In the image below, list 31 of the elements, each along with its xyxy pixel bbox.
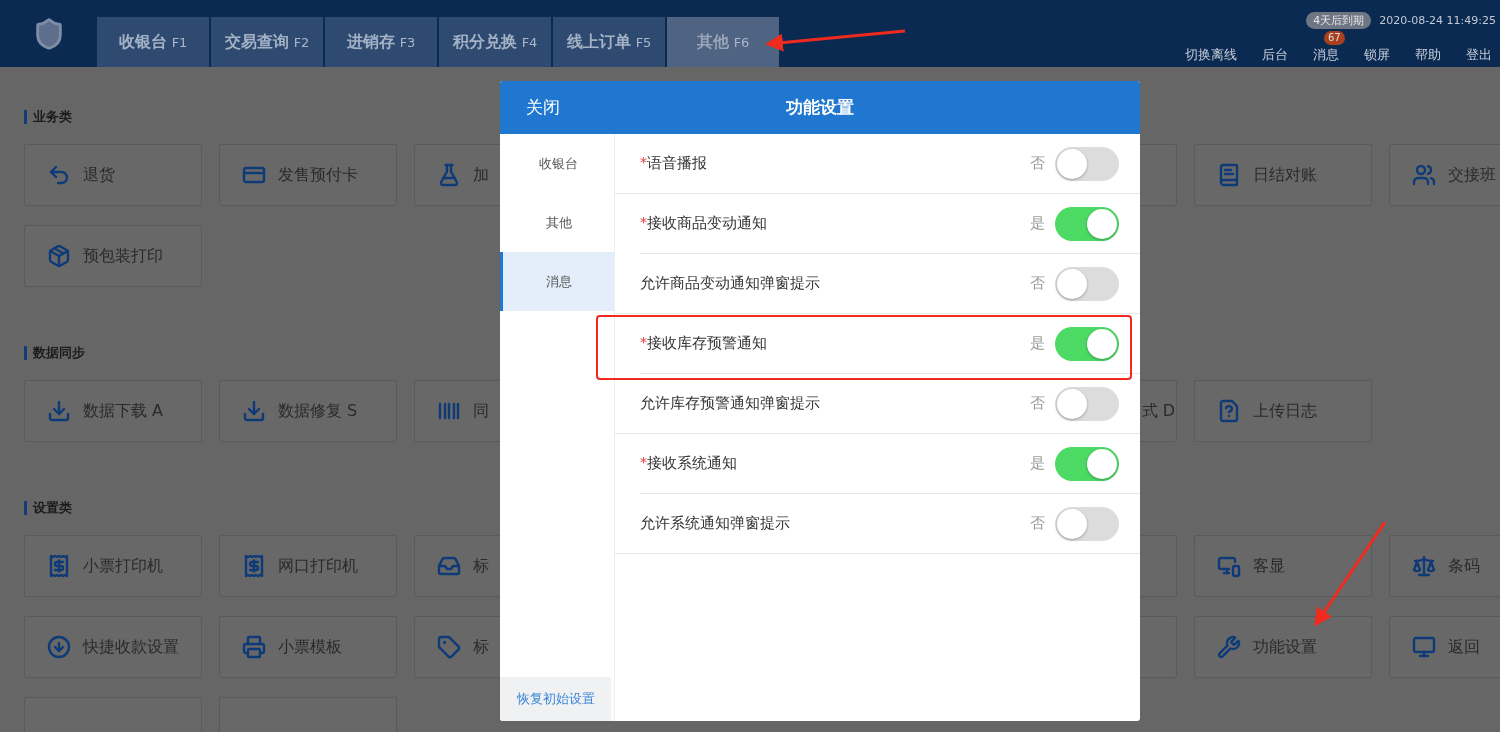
setting-value: 否 xyxy=(1030,154,1045,173)
section-title: 设置类 xyxy=(24,501,72,515)
count-badge: 67 xyxy=(1324,31,1345,45)
setting-value: 是 xyxy=(1030,334,1045,353)
setting-label: 接收商品变动通知 xyxy=(647,214,767,233)
setting-value: 否 xyxy=(1030,514,1045,533)
section-title: 数据同步 xyxy=(24,346,85,360)
shortcut-key: F1 xyxy=(171,34,188,50)
setting-label: 语音播报 xyxy=(647,154,707,173)
setting-label: 接收系统通知 xyxy=(647,454,737,473)
required-mark: * xyxy=(640,454,647,472)
setting-label: 允许库存预警通知弹窗提示 xyxy=(640,394,820,413)
setting-label: 允许商品变动通知弹窗提示 xyxy=(640,274,820,293)
shortcut-key: F2 xyxy=(293,34,310,50)
setting-label: 允许系统通知弹窗提示 xyxy=(640,514,790,533)
setting-value: 是 xyxy=(1030,214,1045,233)
setting-value: 是 xyxy=(1030,454,1045,473)
shortcut-key: F4 xyxy=(521,34,538,50)
setting-value: 否 xyxy=(1030,274,1045,293)
shortcut-key: F6 xyxy=(733,34,750,50)
required-mark: * xyxy=(640,214,647,232)
dialog-title: 功能设置 xyxy=(786,96,854,119)
setting-label: 接收库存预警通知 xyxy=(647,334,767,353)
setting-value: 否 xyxy=(1030,394,1045,413)
required-mark: * xyxy=(640,334,647,352)
section-title: 业务类 xyxy=(24,110,72,124)
datetime-text: 2020-08-24 11:49:25 xyxy=(1379,14,1496,27)
required-mark: * xyxy=(640,154,647,172)
shortcut-key: F3 xyxy=(399,34,416,50)
expiry-badge: 4天后到期 xyxy=(1306,12,1372,29)
shortcut-key: F5 xyxy=(635,34,652,50)
